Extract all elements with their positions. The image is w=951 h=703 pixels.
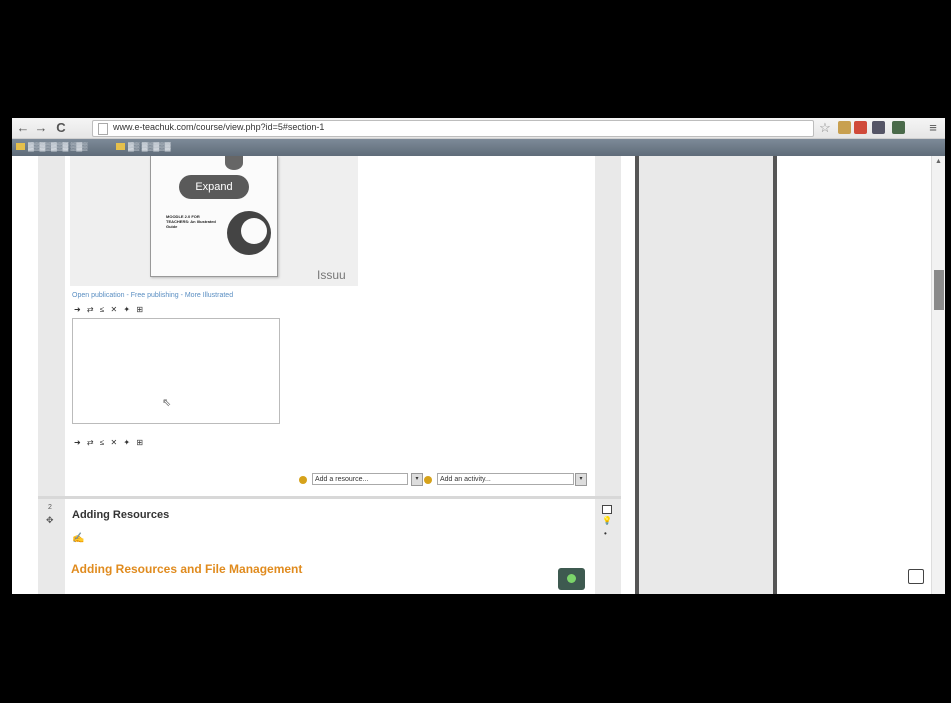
side-block-column — [639, 156, 773, 594]
column-divider — [773, 156, 777, 594]
video-letterbox-right — [945, 118, 951, 594]
extension-icon[interactable] — [872, 121, 885, 134]
browser-toolbar: ← → C www.e-teachuk.com/course/view.php?… — [12, 118, 945, 139]
help-icon[interactable] — [299, 476, 307, 484]
folder-icon — [116, 143, 125, 150]
right-section-gutter — [595, 156, 621, 594]
cover-decoration — [225, 156, 243, 170]
menu-icon[interactable]: ≡ — [926, 120, 940, 136]
book-title: MOODLE 2.0 FOR TEACHERS: An Illustrated … — [166, 214, 216, 229]
section-heading: Adding Resources and File Management — [71, 562, 303, 576]
lightbulb-icon[interactable]: 💡 — [602, 516, 612, 525]
highlight-icon[interactable] — [602, 505, 612, 514]
bookmark-item[interactable]: ▓▒▓▒▓▒▓ ▒▓▒ — [28, 142, 88, 151]
add-resource-select[interactable]: Add a resource... — [312, 473, 408, 485]
forward-button[interactable]: → — [34, 120, 48, 136]
edit-icon[interactable]: ✍ — [72, 533, 84, 544]
extension-icon[interactable] — [854, 121, 867, 134]
page-icon — [98, 123, 108, 135]
expand-button[interactable]: Expand — [179, 175, 249, 199]
bookmark-item[interactable]: ▓▒ ▓▒▓▒▓ — [128, 142, 171, 151]
extension-icon[interactable] — [838, 121, 851, 134]
camera-icon[interactable] — [558, 568, 585, 590]
section-link-text[interactable]: ▁▂▁ ▂▁▂▁ ▂▁ ▁▂▁▂ — [74, 588, 161, 594]
course-page: MOODLE 2.0 FOR TEACHERS: An Illustrated … — [12, 156, 945, 594]
scrollbar-thumb[interactable] — [934, 270, 944, 310]
bookmark-star-icon[interactable]: ☆ — [818, 120, 832, 136]
folder-icon — [16, 143, 25, 150]
extension-icon[interactable] — [892, 121, 905, 134]
section-title: Adding Resources — [72, 509, 170, 521]
left-section-gutter — [38, 156, 65, 594]
bookmarks-bar: ▓▒▓▒▓▒▓ ▒▓▒ ▓▒ ▓▒▓▒▓ — [12, 139, 945, 156]
mouse-cursor-icon: ⇖ — [162, 397, 172, 409]
cover-decoration — [241, 218, 267, 244]
issuu-links[interactable]: Open publication - Free publishing - Mor… — [72, 292, 233, 299]
embedded-frame[interactable] — [72, 318, 280, 424]
section-separator — [38, 496, 621, 499]
add-activity-select[interactable]: Add an activity... — [437, 473, 574, 485]
scroll-up-icon[interactable]: ▲ — [935, 158, 942, 165]
chevron-down-icon[interactable]: ▾ — [411, 473, 423, 486]
video-letterbox-bottom — [0, 594, 951, 703]
address-bar[interactable]: www.e-teachuk.com/course/view.php?id=5#s… — [92, 120, 814, 137]
editing-toolbar[interactable]: ➜ ⇄ ≤ ✕ ✦ ⊞ — [74, 438, 145, 447]
scrollbar[interactable]: ▲ — [931, 156, 945, 594]
section-number: 2 — [48, 504, 52, 511]
move-icon[interactable]: ✥ — [46, 515, 54, 526]
reload-button[interactable]: C — [54, 120, 68, 136]
help-icon[interactable] — [424, 476, 432, 484]
video-letterbox-top — [0, 0, 951, 118]
lens — [567, 574, 576, 583]
hide-icon[interactable]: • — [604, 529, 607, 538]
url-text: www.e-teachuk.com/course/view.php?id=5#s… — [113, 122, 325, 132]
back-button[interactable]: ← — [16, 120, 30, 136]
chevron-down-icon[interactable]: ▾ — [575, 473, 587, 486]
block-icon[interactable] — [908, 569, 924, 584]
editing-toolbar[interactable]: ➜ ⇄ ≤ ✕ ✦ ⊞ — [74, 305, 145, 314]
issuu-logo: Issuu — [317, 268, 346, 282]
video-letterbox-left — [0, 118, 12, 594]
